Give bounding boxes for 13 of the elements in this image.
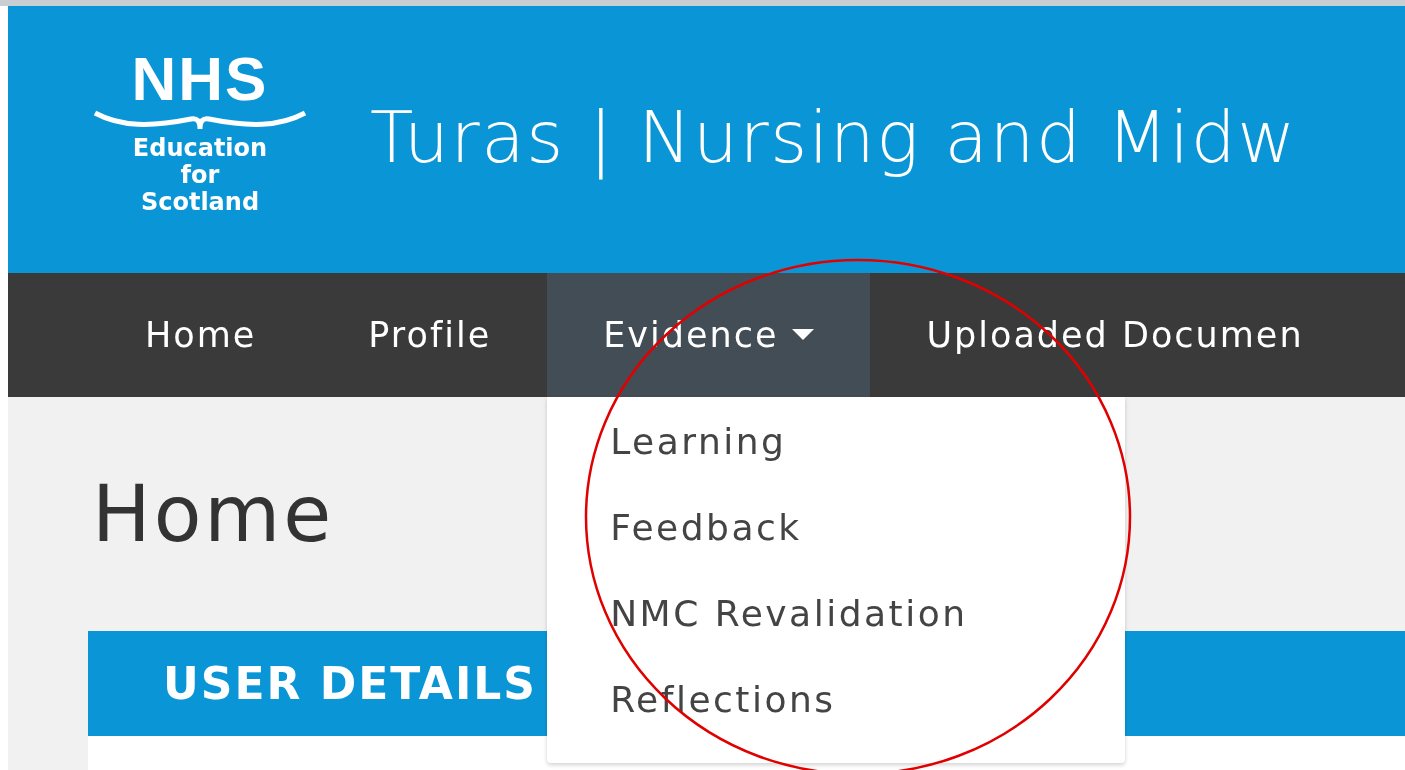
site-title: Turas | Nursing and Midw	[370, 96, 1297, 179]
logo-text: Education	[132, 135, 268, 162]
nav-item[interactable]: Home	[89, 273, 313, 397]
nav-item[interactable]: Profile	[312, 273, 548, 397]
card-title: USER DETAILS	[163, 658, 537, 709]
page-heading: Home	[92, 469, 335, 559]
logo-text: for	[180, 162, 220, 189]
menu-item[interactable]: Feedback	[547, 497, 1126, 583]
caret-icon	[792, 329, 815, 341]
logo-text: Scotland	[140, 189, 260, 216]
logo-mark: NHS	[131, 53, 269, 105]
menu-item[interactable]: NMC Revalidation	[547, 583, 1126, 669]
menu-item[interactable]: Learning	[547, 411, 1126, 497]
